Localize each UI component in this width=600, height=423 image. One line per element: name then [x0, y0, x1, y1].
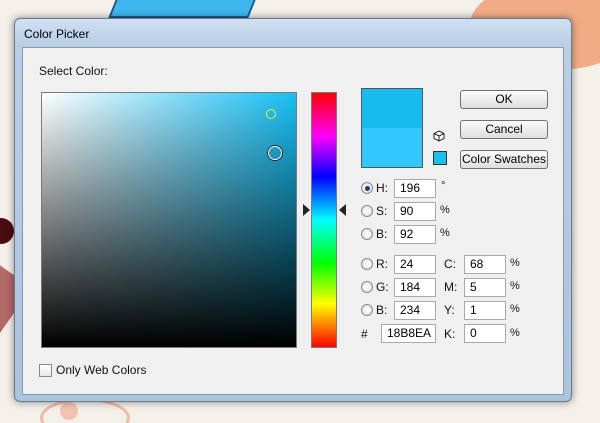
brightness-label: B: — [376, 227, 388, 241]
cancel-button[interactable]: Cancel — [460, 120, 548, 139]
only-web-colors-checkbox[interactable] — [39, 364, 52, 377]
black-label: K: — [444, 327, 456, 341]
saturation-label: S: — [376, 204, 388, 218]
hue-slider[interactable] — [311, 92, 337, 348]
color-picker-dialog: Color Picker Select Color: OK Cancel Col… — [14, 18, 572, 402]
dialog-body: Select Color: OK Cancel Color Swatches H… — [22, 47, 564, 395]
black-unit: % — [510, 327, 520, 339]
saturation-input[interactable]: 90 — [394, 202, 436, 221]
background-shape — [0, 218, 14, 244]
blue-radio[interactable] — [361, 304, 373, 316]
green-radio[interactable] — [361, 281, 373, 293]
color-swatches-button[interactable]: Color Swatches — [460, 150, 548, 169]
yellow-input[interactable]: 1 — [464, 301, 506, 320]
background-shape — [60, 402, 78, 420]
black-input[interactable]: 0 — [464, 324, 506, 343]
cyan-label: C: — [444, 257, 456, 271]
web-color-marker — [266, 109, 276, 119]
brightness-radio[interactable] — [361, 228, 373, 240]
red-input[interactable]: 24 — [394, 255, 436, 274]
blue-label: B: — [376, 303, 388, 317]
green-label: G: — [376, 280, 389, 294]
yellow-label: Y: — [444, 303, 455, 317]
cyan-unit: % — [510, 257, 520, 269]
yellow-unit: % — [510, 303, 520, 315]
background-shape — [108, 0, 268, 18]
saturation-radio[interactable] — [361, 205, 373, 217]
hue-slider-right-arrow-icon[interactable] — [339, 204, 346, 216]
saturation-brightness-field[interactable] — [41, 92, 297, 348]
cube-icon[interactable] — [433, 130, 445, 142]
hex-input[interactable]: 18B8EA — [381, 324, 436, 343]
blue-input[interactable]: 234 — [394, 301, 436, 320]
red-label: R: — [376, 257, 388, 271]
red-radio[interactable] — [361, 258, 373, 270]
ok-button[interactable]: OK — [460, 90, 548, 109]
hex-label: # — [361, 327, 368, 341]
magenta-label: M: — [444, 280, 458, 294]
magenta-unit: % — [510, 280, 520, 292]
dialog-title: Color Picker — [24, 27, 90, 41]
hue-radio[interactable] — [361, 182, 373, 194]
brightness-input[interactable]: 92 — [394, 225, 436, 244]
magenta-input[interactable]: 5 — [464, 278, 506, 297]
cyan-input[interactable]: 68 — [464, 255, 506, 274]
new-color-preview — [362, 89, 422, 128]
web-color-swatch-icon[interactable] — [433, 151, 447, 165]
hue-unit: ° — [441, 180, 446, 192]
green-input[interactable]: 184 — [394, 278, 436, 297]
select-color-label: Select Color: — [39, 64, 108, 78]
saturation-unit: % — [440, 204, 450, 216]
hue-label: H: — [376, 181, 388, 195]
color-selection-marker[interactable] — [268, 146, 282, 160]
only-web-colors-label[interactable]: Only Web Colors — [56, 363, 146, 377]
color-preview — [361, 88, 423, 168]
current-color-preview[interactable] — [362, 128, 422, 167]
hue-input[interactable]: 196 — [394, 179, 436, 198]
brightness-unit: % — [440, 227, 450, 239]
hue-slider-left-arrow-icon[interactable] — [303, 204, 310, 216]
